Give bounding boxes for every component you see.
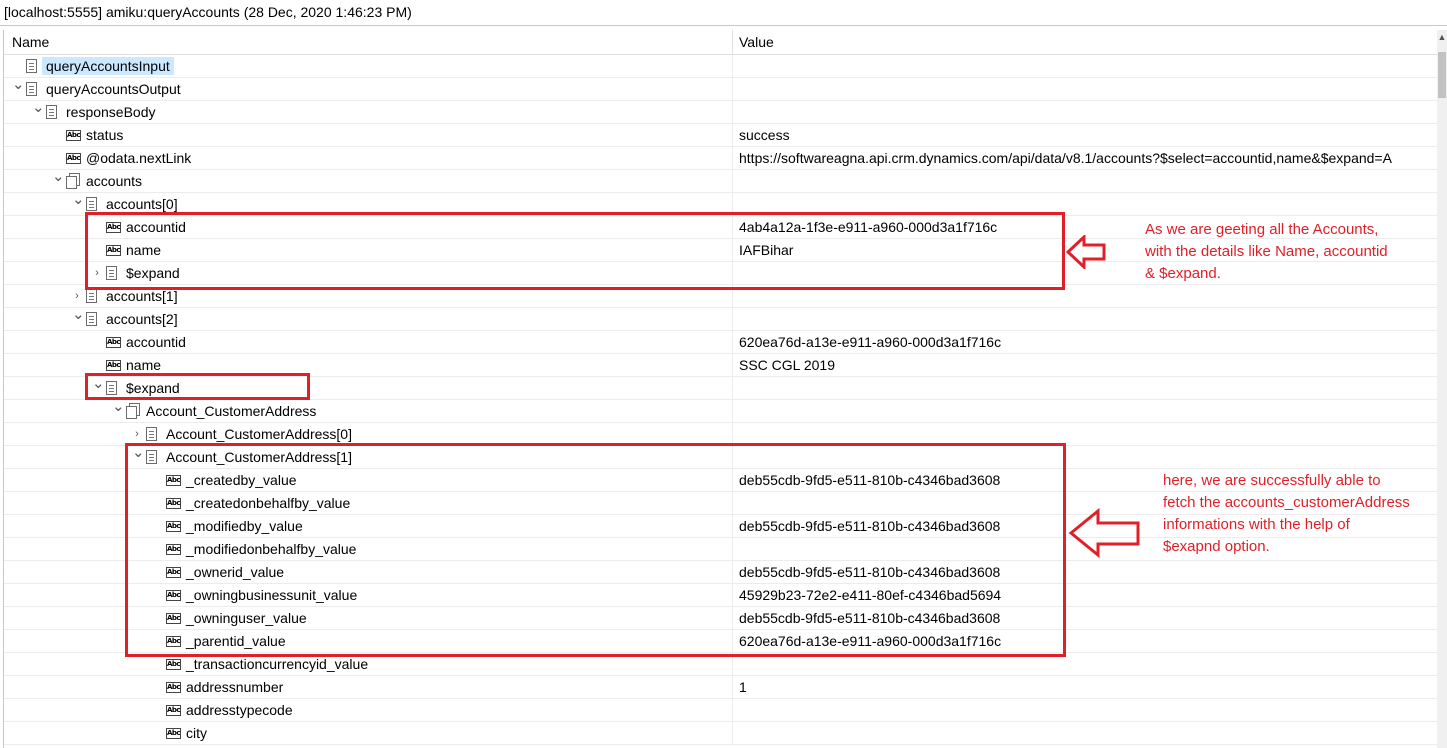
document-icon	[26, 82, 37, 96]
chevron-down-icon[interactable]: ⌄	[112, 399, 125, 414]
tree-node-label: status	[86, 127, 124, 143]
note-2-line: informations with the help of	[1163, 516, 1350, 533]
tree-node-label: Account_CustomerAddress	[146, 403, 317, 419]
document-icon	[46, 105, 57, 119]
document-icon	[146, 427, 157, 441]
tree-node-label: accounts[2]	[106, 311, 178, 327]
tree-node-label: Account_CustomerAddress[0]	[166, 426, 352, 442]
string-field-icon: Abc	[166, 728, 181, 739]
tree-node-label: addressnumber	[186, 679, 284, 695]
note-2-line: here, we are successfully able to	[1163, 472, 1381, 489]
string-field-icon: Abc	[66, 153, 81, 164]
chevron-right-icon[interactable]: ›	[132, 428, 142, 440]
column-divider	[732, 722, 733, 745]
tree-node-label: accounts[0]	[106, 196, 178, 212]
document-list-icon	[66, 173, 80, 189]
scroll-up-icon[interactable]: ▲	[1437, 32, 1447, 42]
column-header-value[interactable]: Value	[739, 34, 774, 50]
tree-row[interactable]: Abc addressnumber 1	[4, 676, 1438, 699]
tree-row[interactable]: ⌄ queryAccountsOutput	[4, 77, 1438, 101]
column-divider	[732, 354, 733, 377]
tree-row[interactable]: Abc city	[4, 722, 1438, 745]
tree-node-label: accounts[1]	[106, 288, 178, 304]
column-divider	[732, 331, 733, 354]
tree-node-label: addresstypecode	[186, 702, 293, 718]
highlight-box-accounts0	[85, 212, 1065, 290]
string-field-icon: Abc	[106, 360, 121, 371]
column-divider	[732, 147, 733, 170]
annotation-note-2: here, we are successfully able to fetch …	[1163, 470, 1410, 558]
string-field-icon: Abc	[66, 130, 81, 141]
tree-node-label: queryAccountsInput	[42, 57, 174, 75]
column-divider	[732, 308, 733, 331]
note-1-line: & $expand.	[1145, 265, 1221, 282]
tree-row[interactable]: ⌄ accounts[2]	[4, 307, 1438, 331]
annotation-arrow-1-icon	[1066, 235, 1106, 269]
string-field-icon: Abc	[166, 705, 181, 716]
document-icon	[86, 312, 97, 326]
annotation-note-1: As we are geeting all the Accounts, with…	[1145, 219, 1388, 285]
document-list-icon	[126, 403, 140, 419]
chevron-down-icon[interactable]: ⌄	[52, 169, 65, 184]
tree-node-value: SSC CGL 2019	[739, 357, 835, 373]
column-header-name[interactable]: Name	[12, 34, 49, 50]
tree-node-label: _transactioncurrencyid_value	[186, 656, 369, 672]
chevron-down-icon[interactable]: ⌄	[72, 307, 85, 322]
note-2-line: fetch the accounts_customerAddress	[1163, 494, 1410, 511]
column-divider	[732, 676, 733, 699]
tree-row[interactable]: Abc @odata.nextLink https://softwareagna.a…	[4, 147, 1438, 170]
note-1-line: with the details like Name, accountid	[1145, 243, 1388, 260]
tree-row[interactable]: Abc accountid 620ea76d-a13e-e911-a960-000d…	[4, 331, 1438, 354]
chevron-down-icon[interactable]: ⌄	[32, 100, 45, 115]
column-divider	[732, 400, 733, 423]
string-field-icon: Abc	[166, 659, 181, 670]
note-1-line: As we are geeting all the Accounts,	[1145, 221, 1379, 238]
tree-row[interactable]: ⌄ Account_CustomerAddress	[4, 399, 1438, 423]
vertical-scrollbar[interactable]: ▲	[1437, 30, 1447, 748]
tree-node-label: responseBody	[66, 104, 156, 120]
chevron-down-icon[interactable]: ⌄	[12, 77, 25, 92]
document-icon	[26, 59, 37, 73]
column-divider	[732, 78, 733, 101]
string-field-icon: Abc	[106, 337, 121, 348]
document-icon	[86, 197, 97, 211]
tree-row[interactable]: Abc status success	[4, 124, 1438, 147]
tree-row[interactable]: Abc addresstypecode	[4, 699, 1438, 722]
chevron-down-icon[interactable]: ⌄	[72, 192, 85, 207]
column-divider[interactable]	[732, 30, 733, 54]
tree-node-label: queryAccountsOutput	[46, 81, 181, 97]
annotation-arrow-2-icon	[1068, 508, 1140, 558]
column-divider	[732, 101, 733, 124]
tree-row[interactable]: ⌄ responseBody	[4, 100, 1438, 124]
tree-node-label: accountid	[126, 334, 186, 350]
tree-node-value: success	[739, 127, 790, 143]
tree-header: Name Value	[4, 30, 1438, 55]
highlight-box-expand	[85, 373, 310, 400]
document-icon	[86, 289, 97, 303]
window-title: [localhost:5555] amiku:queryAccounts (28…	[0, 0, 1447, 26]
highlight-box-customeraddress	[125, 443, 1066, 657]
tree-row[interactable]: queryAccountsInput	[4, 55, 1438, 78]
chevron-right-icon[interactable]: ›	[72, 290, 82, 302]
column-divider	[732, 170, 733, 193]
string-field-icon: Abc	[166, 682, 181, 693]
scroll-thumb[interactable]	[1438, 52, 1446, 98]
tree-node-value: 620ea76d-a13e-e911-a960-000d3a1f716c	[739, 334, 1002, 350]
column-divider	[732, 124, 733, 147]
tree-node-label: @odata.nextLink	[86, 150, 192, 166]
note-2-line: $exapnd option.	[1163, 538, 1270, 555]
column-divider	[732, 377, 733, 400]
column-divider	[732, 55, 733, 78]
tree-node-label: accounts	[86, 173, 143, 189]
tree-node-label: name	[126, 357, 162, 373]
tree-node-value: 1	[739, 679, 747, 695]
tree-node-value: https://softwareagna.api.crm.dynamics.co…	[739, 150, 1392, 166]
tree-node-label: city	[186, 725, 207, 741]
column-divider	[732, 699, 733, 722]
tree-row[interactable]: ⌄ accounts	[4, 169, 1438, 193]
